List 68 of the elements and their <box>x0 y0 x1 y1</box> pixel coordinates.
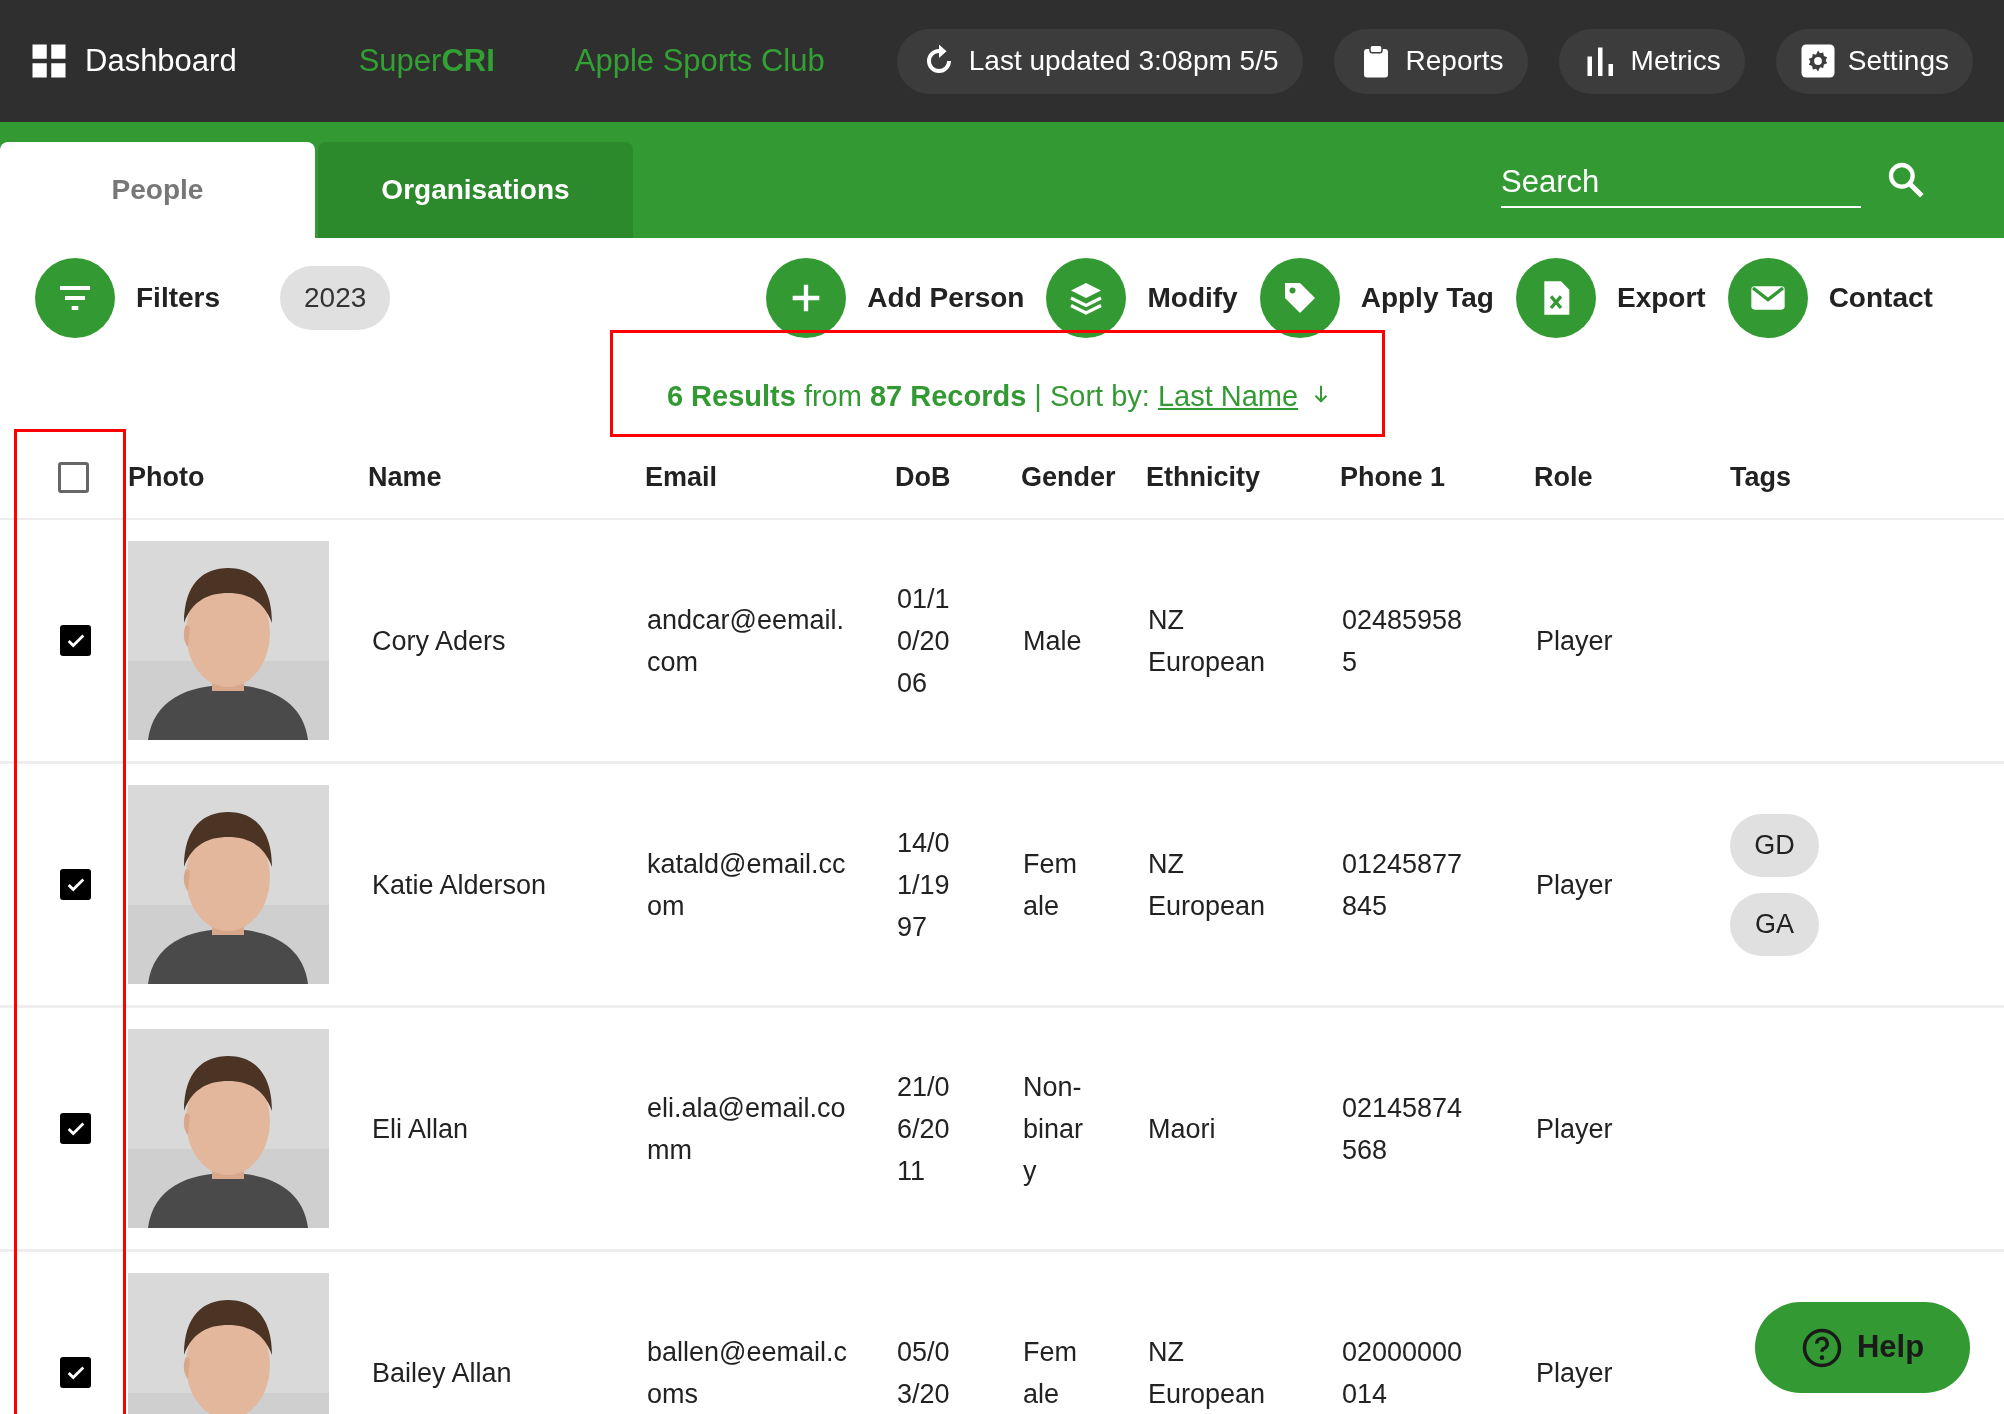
column-header[interactable]: Photo <box>128 456 368 498</box>
gender-cell-text: Female <box>1023 1335 1078 1411</box>
ethnicity-cell-text: NZ European <box>1148 1335 1267 1411</box>
phone-cell-text: 02000000014 <box>1342 1335 1464 1411</box>
gender-cell-text: Female <box>1023 847 1078 923</box>
row-checkbox[interactable] <box>60 1357 91 1388</box>
role-cell-text: Player <box>1536 868 1614 902</box>
grid-icon <box>31 43 67 79</box>
role-cell-text: Player <box>1536 1356 1614 1390</box>
search-field[interactable]: Search <box>1501 158 1861 208</box>
topbar-button[interactable]: Last updated 3:08pm 5/5 <box>896 28 1303 94</box>
ethnicity-cell-text: NZ European <box>1148 603 1267 679</box>
person-name: Cory Aders <box>372 624 507 658</box>
dob-cell-text: 14/01/1997 <box>897 826 951 944</box>
email-cell-text: andcar@eemail.com <box>647 603 845 679</box>
ethnicity-cell-text: NZ European <box>1148 847 1267 923</box>
column-header[interactable]: Role <box>1534 456 1730 498</box>
tag-chip[interactable]: GD <box>1730 813 1819 877</box>
column-header[interactable]: Email <box>645 456 895 498</box>
email-cell-text: eli.ala@email.comm <box>647 1091 847 1167</box>
person-name: Bailey Allan <box>372 1356 513 1390</box>
column-header[interactable]: Tags <box>1730 456 2004 498</box>
email-cell-text: ballen@eemail.coms <box>647 1335 847 1411</box>
row-checkbox[interactable] <box>60 1113 91 1144</box>
phone-cell-text: 01245877845 <box>1342 847 1464 923</box>
select-all-checkbox[interactable] <box>58 461 89 493</box>
search-icon <box>1886 160 1926 200</box>
column-header[interactable]: Ethnicity <box>1146 456 1340 498</box>
gender-cell-text: Male <box>1023 624 1083 658</box>
help-button[interactable]: Help <box>1755 1302 1970 1393</box>
topbar-button[interactable]: Metrics <box>1558 28 1745 94</box>
results-summary: 6 Results from 87 Records | Sort by: <box>666 379 1150 415</box>
action-label[interactable]: Export <box>1616 277 1706 319</box>
action-label[interactable]: Add Person <box>867 277 1025 319</box>
row-checkbox[interactable] <box>60 869 91 900</box>
role-cell-text: Player <box>1536 624 1614 658</box>
tab[interactable]: People <box>0 142 315 238</box>
club-name: Apple Sports Club <box>574 41 825 80</box>
topbar-button[interactable]: Reports <box>1333 28 1528 94</box>
tab[interactable]: Organisations <box>318 142 633 238</box>
email-cell-text: katald@email.ccom <box>647 847 847 923</box>
filters-label[interactable]: Filters <box>136 277 221 319</box>
action-label[interactable]: Contact <box>1828 277 1933 319</box>
person-name: Eli Allan <box>372 1112 470 1146</box>
ethnicity-cell-text: Maori <box>1148 1112 1217 1146</box>
topbar-button[interactable]: Settings <box>1775 28 1973 94</box>
sort-link[interactable]: Last Name <box>1157 375 1299 419</box>
dob-cell-text: 05/03/20 <box>897 1335 951 1411</box>
settings-icon <box>1799 43 1836 79</box>
gender-cell-text: Non-binary <box>1023 1070 1085 1188</box>
dashboard-link[interactable]: Dashboard <box>85 37 237 85</box>
dob-cell-text: 01/10/2006 <box>897 582 951 700</box>
action-label[interactable]: Apply Tag <box>1360 277 1494 319</box>
row-checkbox[interactable] <box>60 625 91 656</box>
column-header[interactable]: Phone 1 <box>1340 456 1534 498</box>
column-header[interactable]: DoB <box>895 456 1021 498</box>
person-name: Katie Alderson <box>372 868 548 902</box>
dob-cell-text: 21/06/2011 <box>897 1070 951 1188</box>
help-icon <box>1800 1326 1843 1369</box>
phone-cell-text: 02145874568 <box>1342 1091 1464 1167</box>
phone-cell-text: 024859585 <box>1342 603 1464 679</box>
action-label[interactable]: Modify <box>1147 277 1238 319</box>
column-header[interactable]: Gender <box>1021 456 1146 498</box>
tag-chip[interactable]: GA <box>1730 892 1819 956</box>
column-header[interactable]: Name <box>368 456 645 498</box>
role-cell-text: Player <box>1536 1112 1614 1146</box>
filter-chip[interactable]: 2023 <box>280 266 391 330</box>
brand-name: SuperCRI <box>358 41 495 80</box>
